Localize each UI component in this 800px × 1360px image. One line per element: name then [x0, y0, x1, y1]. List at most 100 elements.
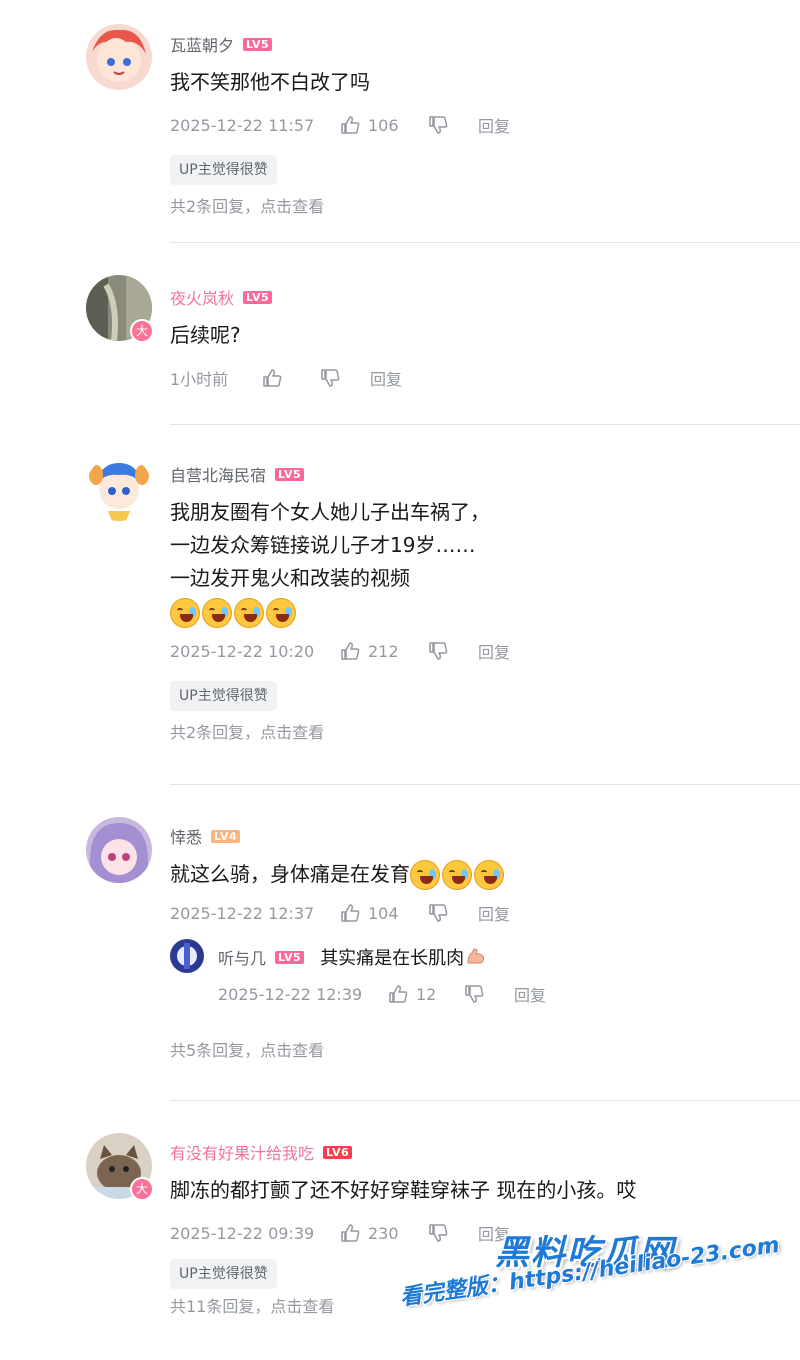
like-count: 230	[368, 1223, 399, 1243]
divider	[170, 424, 800, 425]
avatar[interactable]	[86, 455, 152, 521]
comment-line: 一边发众筹链接说儿子才19岁……	[170, 533, 476, 557]
avatar[interactable]	[86, 24, 152, 90]
view-replies-link[interactable]: 共2条回复，点击查看	[170, 721, 800, 745]
timestamp: 2025-12-22 09:39	[170, 1223, 315, 1243]
thumbs-up-icon	[389, 985, 408, 1003]
like-button[interactable]: 230	[340, 1223, 428, 1243]
timestamp: 2025-12-22 12:37	[170, 903, 315, 923]
thumbs-down-icon	[429, 642, 448, 660]
crying-laughing-emoji	[442, 859, 472, 890]
like-count: 212	[368, 641, 399, 661]
sub-reply-avatar[interactable]	[170, 939, 204, 973]
reply-button[interactable]: 回复	[478, 901, 510, 925]
timestamp: 2025-12-22 12:39	[218, 984, 363, 1004]
like-button[interactable]: 12	[388, 984, 464, 1004]
dislike-button[interactable]	[320, 368, 370, 388]
sub-reply-text: 其实痛是在长肌肉	[320, 948, 465, 969]
up-liked-tag: UP主觉得很赞	[170, 681, 277, 711]
crying-laughing-emoji	[410, 859, 440, 890]
username[interactable]: 夜火岚秋	[170, 285, 234, 309]
timestamp: 2025-12-22 10:20	[170, 641, 315, 661]
divider	[170, 1100, 800, 1101]
reply-button[interactable]: 回复	[478, 1221, 510, 1245]
comment-list: 瓦蓝朝夕 LV5 我不笑那他不白改了吗 2025-12-22 11:57 106…	[0, 0, 800, 1360]
dislike-button[interactable]	[464, 984, 514, 1004]
comment-meta: 2025-12-22 11:57 106 回复	[170, 113, 800, 137]
comment-meta: 2025-12-22 09:39 230 回复	[170, 1221, 800, 1245]
emoji-row	[170, 597, 800, 629]
up-liked-tag: UP主觉得很赞	[170, 155, 277, 185]
reply-button[interactable]: 回复	[478, 113, 510, 137]
thumbs-up-icon	[341, 116, 360, 134]
flexed-biceps-emoji	[466, 947, 486, 967]
sub-reply-meta: 2025-12-22 12:39 12 回复	[218, 982, 546, 1006]
timestamp: 2025-12-22 11:57	[170, 115, 315, 135]
view-replies-link[interactable]: 共5条回复，点击查看	[170, 1039, 800, 1063]
like-count: 106	[368, 115, 399, 135]
view-replies-link[interactable]: 共2条回复，点击查看	[170, 195, 800, 219]
view-replies-link[interactable]: 共11条回复，点击查看	[170, 1295, 800, 1319]
thumbs-down-icon	[429, 904, 448, 922]
up-liked-tag: UP主觉得很赞	[170, 1259, 277, 1289]
comment-meta: 1小时前 回复	[170, 366, 800, 390]
comment-line: 我不笑那他不白改了吗	[170, 70, 370, 94]
thumbs-up-icon	[341, 1224, 360, 1242]
comment-meta: 2025-12-22 12:37 104 回复	[170, 901, 800, 925]
divider	[170, 242, 800, 243]
level-badge: LV5	[275, 467, 305, 481]
username[interactable]: 悻悉	[170, 824, 202, 848]
avatar[interactable]: 大	[86, 1133, 154, 1201]
crying-laughing-emoji	[234, 598, 264, 628]
comment-line: 后续呢?	[170, 323, 241, 347]
thumbs-down-icon	[429, 116, 448, 134]
thumbs-down-icon	[465, 985, 484, 1003]
username[interactable]: 有没有好果汁给我吃	[170, 1140, 314, 1164]
level-badge: LV5	[243, 37, 273, 51]
like-button[interactable]	[262, 368, 320, 388]
thumbs-down-icon	[321, 369, 340, 387]
username[interactable]: 自营北海民宿	[170, 462, 266, 486]
avatar[interactable]: 大	[86, 275, 154, 343]
crying-laughing-emoji	[266, 598, 296, 628]
comment-line: 一边发开鬼火和改装的视频	[170, 566, 410, 590]
comment-text: 脚冻的都打颤了还不好好穿鞋穿袜子 现在的小孩。哎	[170, 1174, 800, 1207]
divider	[170, 784, 800, 785]
thumbs-up-icon	[341, 642, 360, 660]
vip-badge: 大	[130, 319, 154, 343]
avatar[interactable]	[86, 817, 152, 883]
comment-text: 就这么骑，身体痛是在发育	[170, 858, 800, 891]
dislike-button[interactable]	[428, 1223, 478, 1243]
level-badge: LV5	[243, 290, 273, 304]
like-count: 12	[416, 984, 437, 1004]
thumbs-up-icon	[341, 904, 360, 922]
reply-button[interactable]: 回复	[478, 639, 510, 663]
level-badge: LV6	[323, 1145, 353, 1159]
username[interactable]: 瓦蓝朝夕	[170, 32, 234, 56]
comment-text: 我不笑那他不白改了吗	[170, 66, 800, 99]
crying-laughing-emoji	[202, 598, 232, 628]
reply-button[interactable]: 回复	[514, 982, 546, 1006]
sub-reply: 听与几 LV5 其实痛是在长肌肉 2025-12-22 12:39 12 回复	[170, 939, 800, 1039]
crying-laughing-emoji	[474, 859, 504, 890]
thumbs-down-icon	[429, 1224, 448, 1242]
comment-line: 我朋友圈有个女人她儿子出车祸了，	[170, 500, 490, 524]
vip-badge: 大	[130, 1177, 154, 1201]
reply-button[interactable]: 回复	[370, 366, 402, 390]
sub-reply-username[interactable]: 听与几	[218, 945, 266, 969]
dislike-button[interactable]	[428, 115, 478, 135]
comment-text: 我朋友圈有个女人她儿子出车祸了， 一边发众筹链接说儿子才19岁…… 一边发开鬼火…	[170, 496, 800, 629]
timestamp: 1小时前	[170, 370, 229, 389]
dislike-button[interactable]	[428, 641, 478, 661]
comment-meta: 2025-12-22 10:20 212 回复	[170, 639, 800, 663]
like-button[interactable]: 106	[340, 115, 428, 135]
thumbs-up-icon	[263, 369, 282, 387]
like-count: 104	[368, 903, 399, 923]
like-button[interactable]: 212	[340, 641, 428, 661]
comment-line: 脚冻的都打颤了还不好好穿鞋穿袜子 现在的小孩。哎	[170, 1178, 637, 1202]
dislike-button[interactable]	[428, 903, 478, 923]
comment-line: 就这么骑，身体痛是在发育	[170, 862, 410, 886]
like-button[interactable]: 104	[340, 903, 428, 923]
level-badge: LV5	[275, 950, 305, 964]
crying-laughing-emoji	[170, 598, 200, 628]
